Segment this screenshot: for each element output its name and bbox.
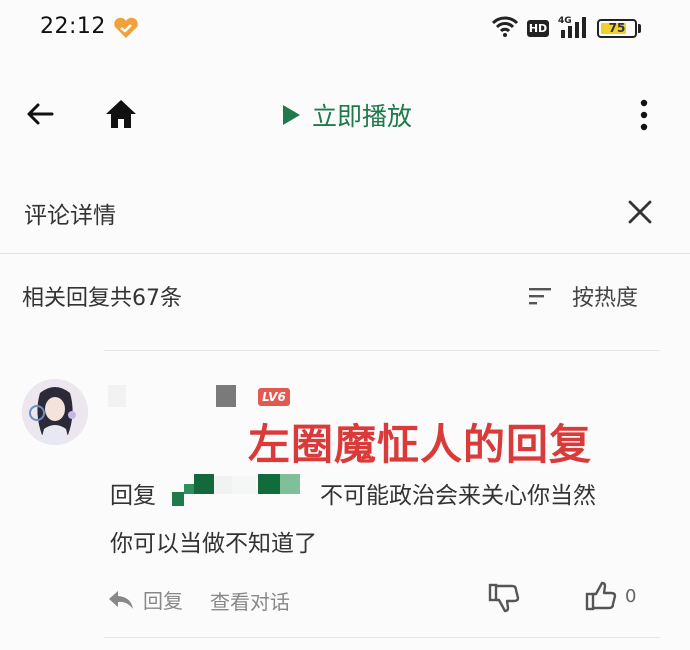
mentioned-user-blurred[interactable] [172, 470, 302, 508]
app-notification-icon [113, 17, 139, 43]
view-conversation-link[interactable]: 查看对话 [210, 586, 290, 615]
hd-voice-badge: HD [527, 20, 549, 37]
comment-text: 不可能政治会来关心你当然 [320, 483, 596, 509]
thumbs-up-icon [585, 581, 617, 611]
thumbs-down-icon[interactable] [488, 583, 522, 617]
avatar[interactable] [22, 379, 88, 445]
back-arrow-icon[interactable] [26, 102, 54, 130]
sort-label: 按热度 [572, 286, 639, 311]
svg-text:4G: 4G [558, 16, 572, 26]
play-now-button[interactable]: 立即播放 [280, 97, 412, 133]
reply-label: 回复 [143, 589, 183, 613]
sheet-title: 评论详情 [24, 203, 116, 229]
comment-text: 你可以当做不知道了 [110, 531, 317, 557]
sort-by-hot-button[interactable]: 按热度 [528, 280, 638, 312]
status-time: 22:12 [40, 14, 106, 39]
more-options-icon[interactable] [639, 99, 649, 135]
divider [104, 637, 660, 638]
overlay-caption: 左圈魔怔人的回复 [248, 420, 593, 469]
reply-icon [109, 590, 133, 609]
battery-cap [638, 24, 641, 33]
close-icon[interactable] [627, 199, 653, 229]
like-count: 0 [625, 585, 637, 607]
sort-icon [529, 288, 551, 305]
username-blurred[interactable] [108, 385, 126, 407]
signal-strength-icon: 4G [558, 14, 592, 44]
reply-count: 相关回复共67条 [22, 286, 182, 311]
battery-percent: 75 [608, 21, 626, 35]
wifi-icon [491, 16, 519, 42]
level-badge: LV6 [258, 388, 290, 406]
battery-indicator: 75 [597, 19, 637, 38]
play-icon [283, 105, 300, 125]
username-blurred[interactable] [216, 385, 236, 407]
reply-button[interactable]: 回复 [107, 585, 183, 614]
play-now-label: 立即播放 [312, 102, 413, 131]
divider [104, 350, 660, 351]
like-button[interactable]: 0 [585, 580, 636, 612]
divider [0, 253, 690, 254]
reply-prefix: 回复 [110, 483, 156, 509]
home-icon[interactable] [104, 98, 138, 134]
